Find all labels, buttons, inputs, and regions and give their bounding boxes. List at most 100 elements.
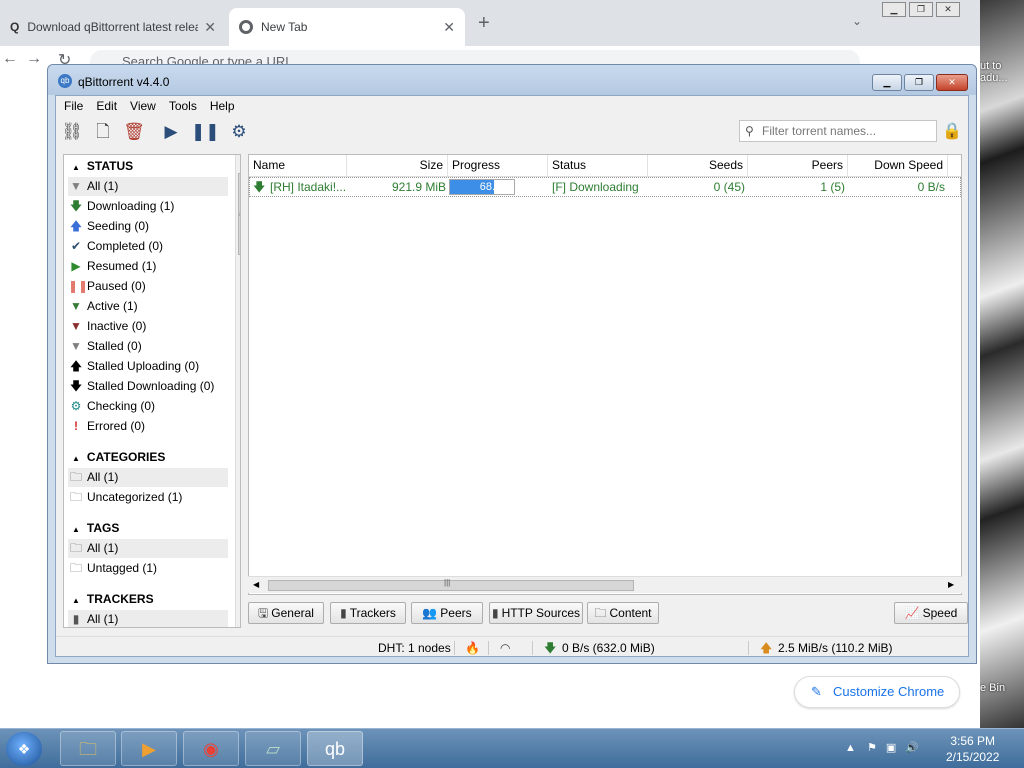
new-tab-plus-icon[interactable]: + [478, 12, 490, 35]
title-bar[interactable]: qb qBittorrent v4.4.0 ▁ ❐ ✕ [48, 65, 976, 95]
status-section-header[interactable]: ▲ STATUS [72, 159, 133, 173]
connection-status-icon[interactable]: 🔥 [465, 637, 480, 659]
tab-trackers[interactable]: ▮ Trackers [330, 602, 406, 624]
tab-title: New Tab [261, 20, 308, 34]
system-clock[interactable]: 3:56 PM 2/15/2022 [946, 733, 999, 765]
speed-graph-button[interactable]: 📈 Speed [894, 602, 968, 624]
download-speed[interactable]: 0 B/s (632.0 MiB) [562, 637, 655, 659]
tray-expand-arrow-icon[interactable]: ▲ [845, 742, 856, 754]
status-filter-checking[interactable]: ⚙ Checking (0) [68, 397, 228, 416]
table-row[interactable]: 🡇 [RH] Itadaki!... 921.9 MiB 68.5% [F] D… [249, 177, 961, 197]
column-header-size[interactable]: Size [347, 155, 448, 176]
qbittorrent-logo-icon: qb [58, 74, 72, 88]
upload-speed[interactable]: 2.5 MiB/s (110.2 MiB) [778, 637, 892, 659]
column-header-progress[interactable]: Progress [448, 155, 548, 176]
menu-file[interactable]: File [64, 96, 83, 116]
tab-peers[interactable]: 👥 Peers [411, 602, 483, 624]
status-filter-active[interactable]: ▼ Active (1) [68, 297, 228, 316]
minimize-button[interactable]: ▁ [882, 2, 906, 17]
scroll-up-arrow-icon[interactable]: ▲ [240, 157, 241, 166]
column-header-status[interactable]: Status [548, 155, 648, 176]
scroll-down-arrow-icon[interactable]: ▼ [240, 617, 241, 626]
tag-filter-all[interactable]: 🗀 All (1) [68, 539, 228, 558]
scroll-right-arrow-icon[interactable]: ▶ [948, 580, 954, 589]
notepad-icon[interactable]: ▱ [245, 731, 301, 766]
network-icon[interactable]: ▣ [886, 742, 896, 754]
trackers-section-header[interactable]: ▲ TRACKERS [72, 592, 154, 606]
chrome-tab-new-tab[interactable]: New Tab ✕ [229, 8, 465, 46]
download-arrow-icon: 🡇 [544, 641, 557, 655]
torrent-list-horizontal-scrollbar[interactable]: ◀ ||| ▶ [248, 576, 962, 593]
categories-section-header[interactable]: ▲ CATEGORIES [72, 450, 165, 464]
menu-help[interactable]: Help [210, 96, 235, 116]
column-header-down-speed[interactable]: Down Speed [848, 155, 948, 176]
close-tab-icon[interactable]: ✕ [443, 19, 455, 36]
chrome-taskbar-icon[interactable]: ◉ [183, 731, 239, 766]
menu-view[interactable]: View [130, 96, 156, 116]
qbittorrent-taskbar-icon[interactable]: qb [307, 731, 363, 766]
close-button[interactable]: ✕ [936, 74, 968, 91]
file-explorer-icon[interactable]: 🗀 [60, 731, 116, 766]
media-player-icon[interactable]: ▶ [121, 731, 177, 766]
dht-nodes: DHT: 1 nodes [378, 641, 451, 655]
delete-trash-icon[interactable]: 🗑 [123, 121, 145, 143]
status-filter-all[interactable]: ▼ All (1) [68, 177, 228, 196]
menu-edit[interactable]: Edit [96, 96, 117, 116]
category-filter-all[interactable]: 🗀 All (1) [68, 468, 228, 487]
status-filter-seeding[interactable]: 🡅 Seeding (0) [68, 217, 228, 236]
volume-icon[interactable]: 🔊 [905, 742, 919, 754]
status-filter-resumed[interactable]: ▶ Resumed (1) [68, 257, 228, 276]
arrow-down-icon: 🡇 [69, 379, 83, 393]
tab-search-chevron-icon[interactable]: ⌄ [852, 14, 862, 28]
status-filter-paused[interactable]: ❚❚Paused (0) [68, 277, 228, 296]
action-center-flag-icon[interactable]: ⚑ [867, 742, 877, 754]
maximize-button[interactable]: ❐ [904, 74, 934, 91]
column-header-peers[interactable]: Peers [748, 155, 848, 176]
lock-icon[interactable]: 🔒 [942, 121, 962, 141]
maximize-button[interactable]: ❐ [909, 2, 933, 17]
recycle-bin-label[interactable]: e Bin [980, 682, 1005, 694]
desktop-shortcut-label[interactable]: ut to adu... [980, 60, 1008, 84]
progress-text: 68.5% [479, 181, 511, 193]
chrome-tab-qbittorrent-download[interactable]: Q Download qBittorrent latest relea ✕ [0, 8, 226, 46]
sidebar-vertical-scrollbar[interactable]: ▲ ≡ ▼ [235, 155, 241, 627]
tab-general[interactable]: 🖫 General [248, 602, 324, 624]
window-client-area: File Edit View Tools Help ⛓ 🗋 🗑 ▶ ❚❚ ⚙ ⚲… [55, 95, 969, 657]
scrollbar-thumb[interactable] [268, 580, 634, 591]
folder-icon: 🗀 [594, 606, 607, 620]
scroll-left-arrow-icon[interactable]: ◀ [253, 580, 259, 589]
torrent-name: [RH] Itadaki!... [270, 180, 347, 194]
status-separator [532, 641, 533, 655]
tag-filter-untagged[interactable]: 🗀 Untagged (1) [68, 559, 228, 578]
status-filter-inactive[interactable]: ▼ Inactive (0) [68, 317, 228, 336]
status-filter-errored[interactable]: ! Errored (0) [68, 417, 228, 436]
status-filter-stalled-uploading[interactable]: 🡅 Stalled Uploading (0) [68, 357, 228, 376]
status-filter-downloading[interactable]: 🡇 Downloading (1) [68, 197, 228, 216]
status-filter-stalled-downloading[interactable]: 🡇 Stalled Downloading (0) [68, 377, 228, 396]
status-filter-completed[interactable]: ✔ Completed (0) [68, 237, 228, 256]
menu-tools[interactable]: Tools [169, 96, 197, 116]
close-tab-icon[interactable]: ✕ [204, 19, 216, 36]
pause-icon[interactable]: ❚❚ [191, 121, 220, 143]
collapse-triangle-icon: ▲ [72, 454, 80, 463]
category-filter-uncategorized[interactable]: 🗀 Uncategorized (1) [68, 488, 228, 507]
tags-section-header[interactable]: ▲ TAGS [72, 521, 119, 535]
add-torrent-link-icon[interactable]: ⛓ [61, 121, 83, 143]
add-torrent-file-icon[interactable]: 🗋 [92, 121, 114, 143]
options-gear-icon[interactable]: ⚙ [228, 121, 250, 143]
close-button[interactable]: ✕ [936, 2, 960, 17]
status-filter-stalled[interactable]: ▼ Stalled (0) [68, 337, 228, 356]
column-header-name[interactable]: Name [249, 155, 347, 176]
filter-torrent-input[interactable]: ⚲ Filter torrent names... [739, 120, 937, 142]
column-header-seeds[interactable]: Seeds [648, 155, 748, 176]
tab-http-sources[interactable]: ▮ HTTP Sources [489, 602, 583, 624]
forward-arrow-icon[interactable]: → [26, 50, 42, 68]
tracker-filter-all[interactable]: ▮ All (1) [68, 610, 228, 627]
tab-content[interactable]: 🗀 Content [587, 602, 659, 624]
customize-chrome-button[interactable]: ✎ Customize Chrome [794, 676, 960, 708]
back-arrow-icon[interactable]: ← [2, 50, 18, 68]
minimize-button[interactable]: ▁ [872, 74, 902, 91]
start-button-windows-logo-icon[interactable]: ❖ [6, 732, 42, 766]
resume-play-icon[interactable]: ▶ [160, 121, 182, 143]
alt-speed-gauge-icon[interactable]: ◠ [500, 637, 510, 659]
